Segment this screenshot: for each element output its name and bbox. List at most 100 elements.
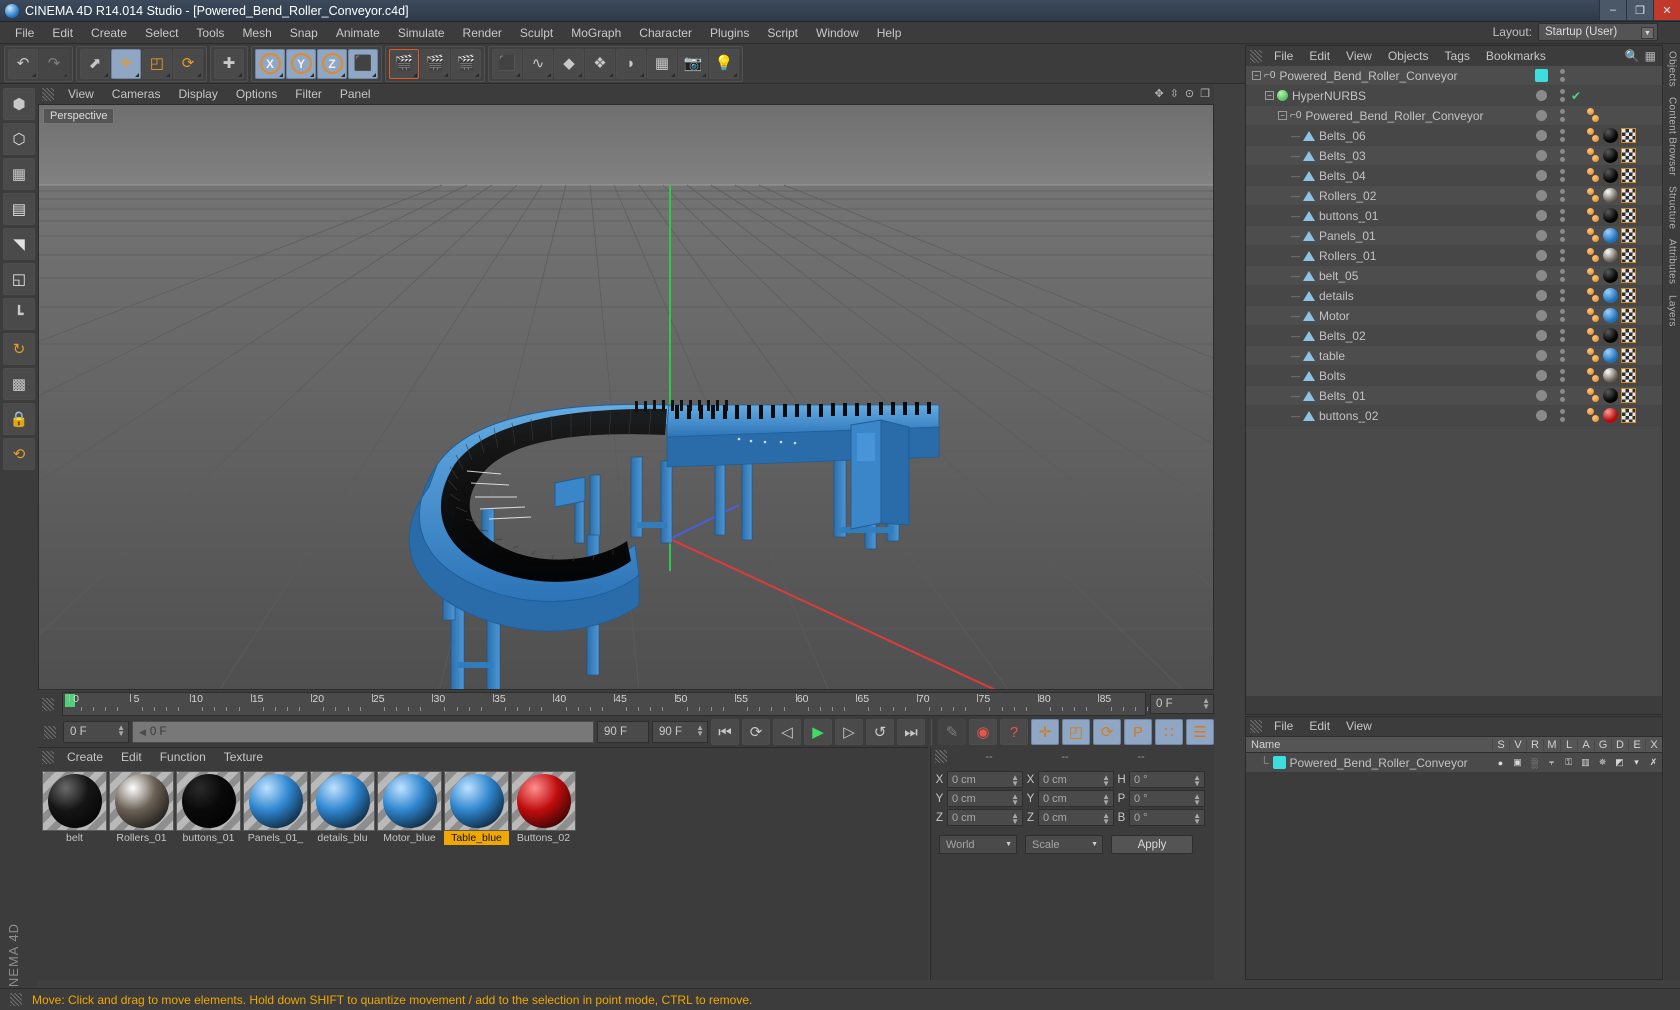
autokey-button[interactable]: ✎ [938,719,966,745]
phong-tag-icon[interactable] [1586,407,1600,424]
visibility-dots[interactable] [1526,150,1556,161]
scale-view-icon[interactable]: ⇳ [1170,87,1179,100]
environment-button[interactable]: ▦ [647,48,677,79]
close-button[interactable]: ✕ [1653,0,1680,20]
object-name-label[interactable]: Belts_02 [1319,329,1366,343]
spinner-icon[interactable]: ▲ ▼ [1011,812,1019,826]
layer-cell-X[interactable]: ✗ [1645,757,1662,768]
object-grip-icon[interactable] [1250,49,1262,63]
dock-tab-content-browser[interactable]: Content Browser [1667,97,1678,176]
material-name-label[interactable]: Panels_01_ [243,831,308,845]
phong-tag-icon[interactable] [1586,127,1600,144]
phong-tag-icon[interactable] [1586,167,1600,184]
editor-render-dots[interactable] [1556,149,1568,162]
visibility-dots[interactable] [1526,69,1556,82]
phong-tag-icon[interactable] [1586,327,1600,344]
object-row[interactable]: — Rollers_01 [1246,246,1662,266]
material-name-label[interactable]: Buttons_02 [511,831,576,845]
lock-y-axis[interactable]: Y [286,48,316,79]
material-item[interactable]: Panels_01_ [243,771,308,845]
menu-item-create[interactable]: Create [82,22,136,44]
edges-mode-button[interactable]: ◥ [3,228,35,260]
menu-item-edit[interactable]: Edit [43,22,82,44]
object-menu-file[interactable]: File [1266,46,1301,66]
texture-tag-icon[interactable] [1621,368,1636,383]
visibility-dots[interactable] [1526,90,1556,101]
enable-axis-button[interactable]: ↻ [3,333,35,365]
coordinate-rotation-p-input[interactable]: 0 ° ▲ ▼ [1129,790,1205,807]
object-row[interactable]: — Bolts [1246,366,1662,386]
editor-render-dots[interactable] [1556,69,1568,82]
menu-item-plugins[interactable]: Plugins [701,22,758,44]
spinner-icon[interactable]: ▲ ▼ [1202,697,1210,711]
phong-tag-icon[interactable] [1586,187,1600,204]
editor-render-dots[interactable] [1556,209,1568,222]
phong-tag-icon[interactable] [1586,107,1600,124]
spinner-icon[interactable]: ▲ ▼ [117,724,125,738]
search-icon[interactable]: 🔍 [1625,49,1640,63]
visibility-toggle-icon[interactable] [1535,110,1547,121]
visibility-dots[interactable] [1526,330,1556,341]
undo-button[interactable]: ↶ [8,48,38,79]
transport-grip-icon[interactable] [44,725,56,739]
object-row[interactable]: — belt_05 [1246,266,1662,286]
record-rotation-button[interactable]: ⟳ [1093,719,1121,745]
phong-tag-icon[interactable] [1586,367,1600,384]
object-name-label[interactable]: Belts_01 [1319,389,1366,403]
texture-tag-icon[interactable] [1621,288,1636,303]
material-tag-icon[interactable] [1603,128,1618,143]
layer-color-swatch[interactable] [1534,69,1548,82]
deformer-button[interactable]: ◗ [616,48,646,79]
layer-column-D[interactable]: D [1611,738,1628,751]
layer-column-X[interactable]: X [1645,738,1662,751]
material-swatch[interactable] [511,771,576,831]
timeline-grip-icon[interactable] [42,697,54,711]
material-swatch[interactable] [444,771,509,831]
material-tag-icon[interactable] [1603,308,1618,323]
material-swatch[interactable] [176,771,241,831]
world-axis-button[interactable]: ✚ [214,48,244,79]
play-button[interactable]: ▶ [804,719,832,745]
viewport-menu-view[interactable]: View [60,85,102,104]
visibility-toggle-icon[interactable] [1535,130,1547,141]
visibility-dots[interactable] [1526,230,1556,241]
menu-item-character[interactable]: Character [630,22,701,44]
object-name-label[interactable]: Panels_01 [1319,229,1376,243]
visibility-toggle-icon[interactable] [1535,330,1547,341]
material-swatch[interactable] [109,771,174,831]
layer-cell-G[interactable]: ✵ [1594,757,1611,768]
material-item[interactable]: Motor_blue [377,771,442,845]
menu-item-tools[interactable]: Tools [187,22,233,44]
layer-cell-R[interactable]: ░ [1526,758,1543,768]
material-item[interactable]: Rollers_01 [109,771,174,845]
lock-workplane-button[interactable]: 🔒 [3,403,35,435]
object-menu-view[interactable]: View [1338,46,1380,66]
layer-cell-D[interactable]: ◩ [1611,757,1628,768]
editor-render-dots[interactable] [1556,369,1568,382]
object-tree[interactable]: − ⌐0 Powered_Bend_Roller_Conveyor − HyperNUR… [1246,66,1662,696]
editor-render-dots[interactable] [1556,329,1568,342]
coordinate-size-x-input[interactable]: 0 cm ▲ ▼ [1038,771,1114,788]
lock-x-axis[interactable]: X [255,48,285,79]
material-tag-icon[interactable] [1603,288,1618,303]
preview-start-input[interactable]: 90 F [597,721,649,743]
editor-render-dots[interactable] [1556,229,1568,242]
texture-tag-icon[interactable] [1621,348,1636,363]
visibility-dots[interactable] [1526,270,1556,281]
menu-item-help[interactable]: Help [868,22,911,44]
viewport-menu-panel[interactable]: Panel [332,85,379,104]
object-row[interactable]: — Belts_03 [1246,146,1662,166]
visibility-toggle-icon[interactable] [1535,210,1547,221]
object-name-label[interactable]: table [1319,349,1345,363]
visibility-toggle-icon[interactable] [1535,390,1547,401]
layer-grip-icon[interactable] [1250,720,1262,733]
object-name-label[interactable]: Rollers_01 [1319,249,1376,263]
texture-tag-icon[interactable] [1621,208,1636,223]
editor-render-dots[interactable] [1556,349,1568,362]
layer-menu-file[interactable]: File [1266,717,1301,736]
material-tag-icon[interactable] [1603,328,1618,343]
editor-render-dots[interactable] [1556,409,1568,422]
menu-item-sculpt[interactable]: Sculpt [511,22,562,44]
coordinates-grip-icon[interactable] [935,750,947,763]
texture-tag-icon[interactable] [1621,188,1636,203]
